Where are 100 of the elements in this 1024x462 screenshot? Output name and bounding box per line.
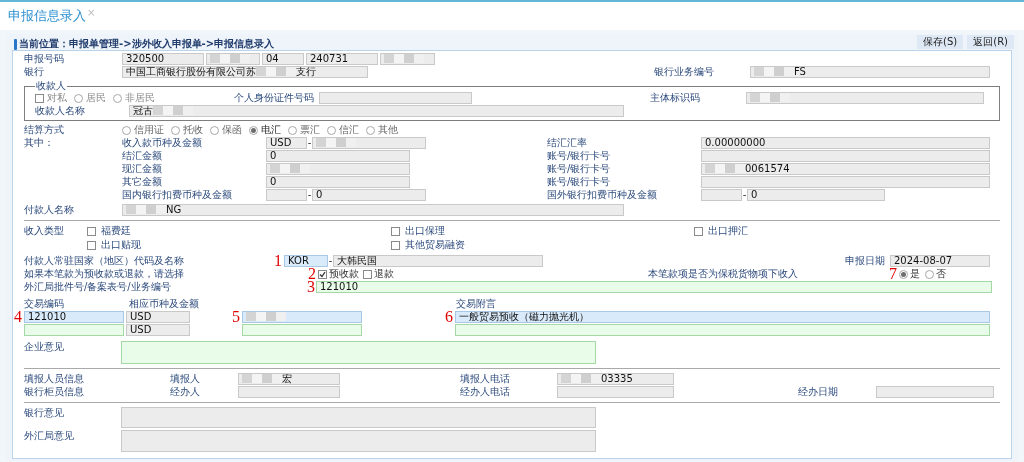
field-label: 结汇金额	[122, 150, 163, 162]
radio-button[interactable]	[171, 125, 180, 135]
checkbox[interactable]	[694, 226, 703, 236]
input-field[interactable]: 320500	[122, 53, 204, 65]
section-marker-icon	[14, 39, 17, 50]
input-field[interactable]	[876, 386, 994, 398]
input-field[interactable]	[557, 386, 674, 398]
column-header: 相应币种及金额	[129, 298, 200, 310]
field-label: 账号/银行卡号	[547, 150, 612, 162]
input-field[interactable]: USD	[126, 324, 190, 336]
option-label: 票汇	[300, 124, 320, 136]
input-field[interactable]	[238, 386, 340, 398]
toolbar-button[interactable]: 返回(R)	[967, 35, 1014, 49]
checkbox[interactable]	[35, 93, 44, 103]
text-area[interactable]	[121, 341, 596, 364]
input-field[interactable]	[455, 324, 990, 336]
input-field[interactable]: 04	[262, 53, 304, 65]
field-label: 银行业务编号	[654, 66, 715, 78]
radio-button[interactable]	[210, 125, 219, 135]
checkbox[interactable]	[391, 226, 400, 236]
input-field[interactable]: 0	[266, 150, 410, 162]
radio-button[interactable]	[122, 125, 131, 135]
input-field[interactable]	[312, 137, 426, 149]
input-field[interactable]: 0	[266, 176, 410, 188]
field-label: 填报人电话	[460, 373, 511, 385]
field-label: 填报人员信息	[24, 373, 85, 385]
field-label: 申报日期	[845, 255, 886, 267]
input-field[interactable]: USD	[266, 137, 307, 149]
radio-button[interactable]	[327, 125, 336, 135]
input-field[interactable]: 0.00000000	[701, 137, 990, 149]
annotation-number: 3	[307, 281, 315, 293]
input-field[interactable]	[746, 92, 984, 104]
field-label: 填报人	[170, 373, 201, 385]
radio-button[interactable]	[925, 269, 934, 279]
input-field[interactable]: 0	[747, 189, 885, 201]
input-field[interactable]	[24, 324, 124, 336]
text-area[interactable]	[121, 407, 596, 428]
input-field[interactable]: 宏	[238, 373, 340, 385]
column-header: 交易附言	[456, 298, 496, 310]
option-label: 退款	[374, 268, 394, 280]
dash-separator: -	[307, 189, 312, 201]
input-field[interactable]	[266, 189, 307, 201]
field-label: 结汇汇率	[547, 137, 588, 149]
input-field[interactable]: 0061574	[701, 163, 990, 175]
input-field[interactable]: 一般贸易预收（磁力抛光机）	[455, 311, 990, 323]
annotation-number: 6	[445, 311, 453, 323]
checkbox[interactable]	[318, 269, 327, 279]
input-field[interactable]	[242, 311, 362, 323]
input-field[interactable]	[266, 163, 410, 175]
option-label: 出口保理	[405, 225, 445, 237]
checkbox[interactable]	[87, 240, 96, 250]
option-label: 非居民	[125, 92, 155, 104]
toolbar-button[interactable]: 保存(S)	[917, 35, 964, 49]
dash-separator: -	[328, 255, 333, 267]
annotation-number: 4	[14, 311, 22, 323]
radio-button[interactable]	[249, 125, 258, 135]
radio-button[interactable]	[899, 269, 908, 279]
input-field[interactable]	[701, 189, 742, 201]
input-field[interactable]: 121010	[316, 281, 992, 293]
input-field[interactable]: 0	[312, 189, 426, 201]
input-field[interactable]	[319, 92, 472, 104]
input-field[interactable]: 冠古	[129, 105, 624, 117]
annotation-number: 1	[274, 255, 282, 267]
input-field[interactable]: 中国工商银行股份有限公司苏 支行	[122, 66, 368, 78]
input-field[interactable]: NG	[122, 204, 624, 216]
field-label: 外汇局批件号/备案表号/业务编号	[24, 281, 172, 293]
field-label: 收款人名称	[35, 105, 86, 117]
page-tab[interactable]: 申报信息录入×	[8, 8, 96, 24]
checkbox[interactable]	[363, 269, 372, 279]
input-field[interactable]	[380, 53, 435, 65]
checkbox[interactable]	[391, 240, 400, 250]
input-field[interactable]: 121010	[24, 311, 124, 323]
input-field[interactable]	[242, 324, 362, 336]
input-field[interactable]: USD	[126, 311, 190, 323]
radio-button[interactable]	[74, 93, 83, 103]
input-field[interactable]	[701, 176, 990, 188]
radio-button[interactable]	[366, 125, 375, 135]
input-field[interactable]: 2024-08-07	[890, 255, 990, 267]
input-field[interactable]: 大韩民国	[333, 255, 543, 267]
dash-separator: -	[307, 137, 312, 149]
text-area[interactable]	[121, 430, 596, 452]
radio-button[interactable]	[288, 125, 297, 135]
radio-button[interactable]	[113, 93, 122, 103]
option-label: 居民	[86, 92, 106, 104]
input-field[interactable]: 240731	[306, 53, 378, 65]
field-label: 企业意见	[24, 341, 65, 353]
input-field[interactable]	[206, 53, 260, 65]
annotation-number: 5	[232, 311, 240, 323]
field-label: 申报号码	[24, 53, 65, 65]
checkbox[interactable]	[87, 226, 96, 236]
input-field[interactable]: KOR	[284, 255, 328, 267]
option-label: 否	[936, 268, 946, 280]
field-label: 主体标识码	[650, 92, 701, 104]
dash-separator: -	[742, 189, 747, 201]
input-field[interactable]	[701, 150, 990, 162]
field-label: 经办日期	[798, 386, 839, 398]
input-field[interactable]: 03335	[557, 373, 674, 385]
input-field[interactable]: FS	[750, 66, 990, 78]
field-label: 收入类型	[24, 225, 65, 237]
column-header: 交易编码	[24, 298, 65, 310]
